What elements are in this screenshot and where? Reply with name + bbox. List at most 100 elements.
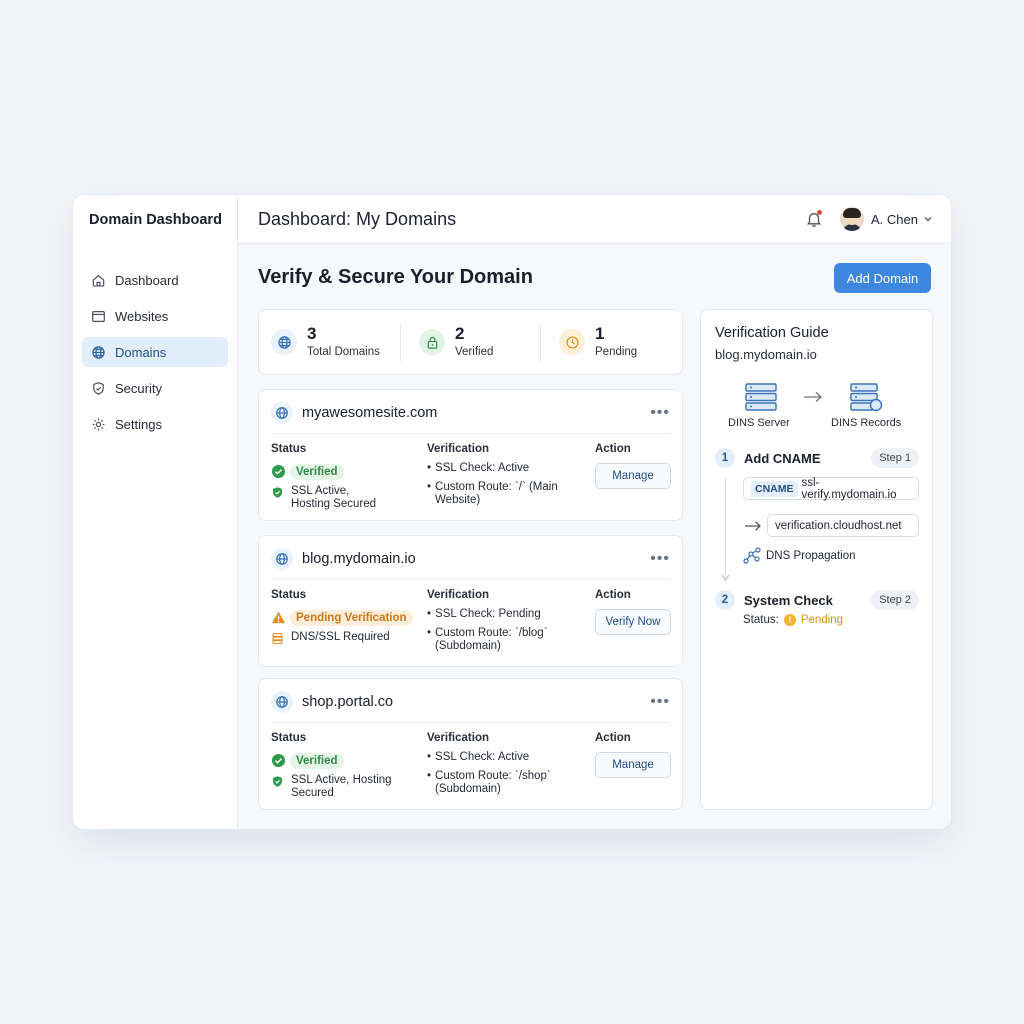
domain-card: myawesomesite.com ••• Status Verificatio…: [258, 389, 683, 521]
app-window: Domain Dashboard Dashboard Websites Doma…: [72, 194, 952, 830]
column-header-status: Status: [271, 589, 307, 601]
divider: [271, 433, 670, 434]
check-circle-icon: [271, 464, 286, 479]
page-title: Verify & Secure Your Domain: [258, 266, 533, 288]
dns-records-icon: [849, 382, 909, 412]
guide-title: Verification Guide: [715, 325, 829, 341]
status-text: Pending Verification: [290, 609, 413, 626]
custom-route: Custom Route: `/blog` (Subdomain): [435, 627, 548, 652]
status-badge: Pending Verification: [271, 608, 413, 627]
domain-card-header: myawesomesite.com •••: [271, 401, 670, 425]
cname-record[interactable]: CNAME ssl-verify.mydomain.io: [743, 476, 919, 501]
stat-label: Pending: [595, 346, 638, 358]
stats-card: 3 Total Domains 2 Verified 1 Pending: [258, 309, 683, 375]
user-menu[interactable]: A. Chen: [840, 207, 933, 231]
divider: [271, 722, 670, 723]
sidebar-item-label: Settings: [115, 416, 162, 432]
verification-list: • SSL Check: Pending • Custom Route: `/blo…: [427, 608, 587, 659]
domain-card: shop.portal.co ••• Status Verification A…: [258, 678, 683, 810]
more-options-icon[interactable]: •••: [650, 550, 670, 568]
top-bar: Dashboard: My Domains A. Chen: [238, 195, 951, 244]
status-text: Verified: [290, 463, 344, 480]
sidebar-item-security[interactable]: Security: [82, 373, 228, 403]
ssl-check: SSL Check: Pending: [435, 608, 541, 620]
stat-verified: 2 Verified: [419, 310, 493, 374]
shield-check-icon: [273, 776, 282, 787]
server-label: DINS Server: [728, 417, 790, 429]
main-content: Verify & Secure Your Domain Add Domain 3…: [238, 244, 951, 829]
sidebar-item-settings[interactable]: Settings: [82, 409, 228, 439]
step-tag: Step 1: [871, 448, 919, 468]
sidebar-item-domains[interactable]: Domains: [82, 337, 228, 367]
pending-icon: !: [783, 614, 796, 626]
manage-button[interactable]: Manage: [595, 752, 671, 778]
more-options-icon[interactable]: •••: [650, 404, 670, 422]
server-icon: [744, 382, 804, 412]
avatar: [840, 207, 865, 231]
manage-button[interactable]: Manage: [595, 463, 671, 489]
column-header-verification: Verification: [427, 589, 489, 601]
ssl-check: SSL Check: Active: [435, 462, 530, 474]
dns-propagation: DNS Propagation: [743, 547, 856, 565]
domain-name: myawesomesite.com: [302, 405, 438, 421]
globe-icon: [271, 691, 293, 713]
notification-dot: [817, 210, 822, 215]
sidebar-item-websites[interactable]: Websites: [82, 301, 228, 331]
domain-card-header: shop.portal.co •••: [271, 690, 670, 714]
sidebar: Domain Dashboard Dashboard Websites Doma…: [73, 195, 238, 829]
add-domain-button[interactable]: Add Domain: [834, 263, 931, 293]
verification-list: • SSL Check: Active • Custom Route: `/` (M…: [427, 462, 587, 513]
globe-icon: [271, 329, 297, 355]
stat-label: Total Domains: [307, 346, 380, 358]
shield-check-icon: [273, 487, 282, 498]
stat-value: 1: [595, 324, 605, 343]
arrow-right-icon: [804, 392, 822, 402]
status-label: Status:: [743, 614, 779, 626]
lock-icon: [419, 329, 445, 355]
column-header-status: Status: [271, 732, 307, 744]
cname-target[interactable]: verification.cloudhost.net: [767, 514, 919, 537]
status-text: Verified: [290, 752, 344, 769]
sidebar-nav: Dashboard Websites Domains Security Sett…: [82, 265, 228, 445]
user-name: A. Chen: [871, 211, 918, 227]
domain-name: shop.portal.co: [302, 694, 394, 710]
status-badge: Verified: [271, 462, 344, 481]
shield-icon: [93, 381, 104, 395]
verification-guide-panel: Verification Guide blog.mydomain.io DINS…: [700, 309, 933, 810]
network-nodes-icon: [743, 547, 761, 564]
verification-list: • SSL Check: Active • Custom Route: `/shop…: [427, 751, 587, 802]
custom-route: Custom Route: `/` (Main Website): [435, 481, 558, 506]
browser-window-icon: [92, 310, 105, 322]
column-header-verification: Verification: [427, 443, 489, 455]
step-connector: [725, 478, 726, 578]
target-value: verification.cloudhost.net: [775, 519, 902, 532]
dns-records-label: DINS Records: [831, 417, 902, 429]
globe-icon: [92, 345, 105, 359]
status-badge: Verified: [271, 751, 344, 770]
warning-icon: [271, 611, 286, 624]
sub-status-text: SSL Active, Hosting Secured: [291, 774, 392, 799]
globe-icon: [271, 402, 293, 424]
more-options-icon[interactable]: •••: [650, 693, 670, 711]
stat-label: Verified: [455, 346, 494, 358]
step-number: 2: [715, 590, 735, 610]
sub-status: SSL Active, Hosting Secured: [271, 485, 391, 511]
clock-icon: [559, 329, 585, 355]
sidebar-item-label: Domains: [115, 344, 167, 360]
propagation-label: DNS Propagation: [766, 550, 856, 562]
verify-now-button[interactable]: Verify Now: [595, 609, 671, 635]
cname-value: ssl-verify.mydomain.io: [801, 476, 897, 501]
sidebar-item-label: Websites: [115, 308, 169, 324]
sub-status-text: DNS/SSL Required: [291, 631, 390, 643]
sub-status: SSL Active, Hosting Secured: [271, 774, 411, 800]
notifications-button[interactable]: [805, 210, 823, 228]
stat-pending: 1 Pending: [559, 310, 637, 374]
column-header-action: Action: [595, 443, 631, 455]
guide-domain: blog.mydomain.io: [715, 347, 817, 362]
arrow-right-icon: [745, 521, 761, 531]
stat-divider: [540, 324, 541, 362]
column-header-verification: Verification: [427, 732, 489, 744]
brand-title: Domain Dashboard: [89, 212, 222, 228]
sidebar-item-dashboard[interactable]: Dashboard: [82, 265, 228, 295]
domain-card: blog.mydomain.io ••• Status Verification…: [258, 535, 683, 667]
